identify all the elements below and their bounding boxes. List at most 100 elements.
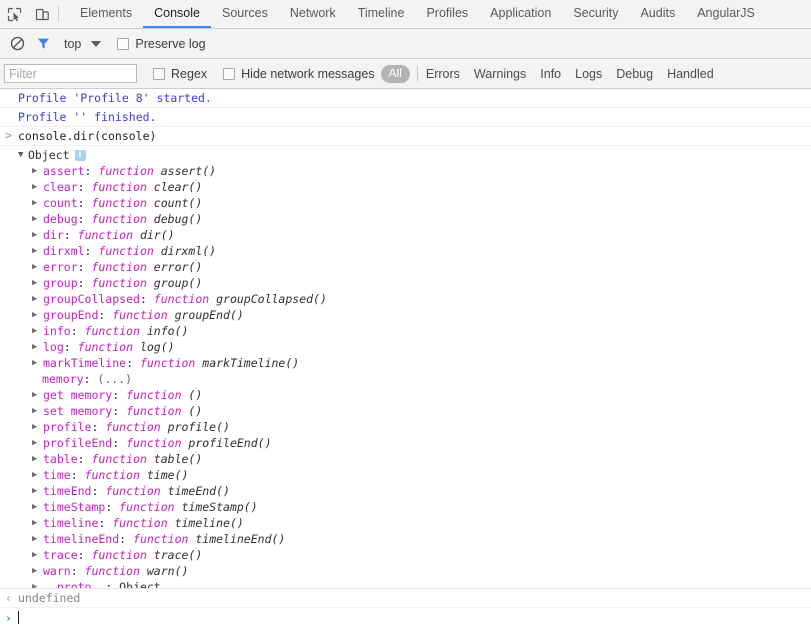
disclosure-triangle-icon[interactable]: ▶ bbox=[32, 227, 42, 243]
property-row-error[interactable]: ▶ error: function error() bbox=[32, 259, 811, 275]
tab-console[interactable]: Console bbox=[143, 0, 211, 28]
disclosure-triangle-icon[interactable]: ▶ bbox=[32, 179, 42, 195]
property-value[interactable]: (...) bbox=[97, 372, 132, 386]
property-value: timeEnd() bbox=[167, 484, 230, 498]
disclosure-triangle-icon[interactable]: ▶ bbox=[32, 499, 42, 515]
disclosure-triangle-icon[interactable]: ▶ bbox=[32, 547, 42, 563]
tab-network[interactable]: Network bbox=[279, 0, 347, 28]
level-filter-all[interactable]: All bbox=[380, 64, 410, 83]
property-name: groupCollapsed bbox=[43, 292, 140, 306]
property-row-markTimeline[interactable]: ▶ markTimeline: function markTimeline() bbox=[32, 355, 811, 371]
hide-network-messages-checkbox[interactable]: Hide network messages bbox=[223, 67, 375, 81]
disclosure-triangle-icon[interactable]: ▶ bbox=[32, 387, 42, 403]
property-row-memory[interactable]: memory: (...) bbox=[32, 371, 811, 387]
property-row-dirxml[interactable]: ▶ dirxml: function dirxml() bbox=[32, 243, 811, 259]
disclosure-triangle-icon[interactable]: ▶ bbox=[32, 435, 42, 451]
disclosure-triangle-icon[interactable]: ▶ bbox=[32, 339, 42, 355]
disclosure-triangle-icon[interactable]: ▶ bbox=[32, 243, 42, 259]
property-row-trace[interactable]: ▶ trace: function trace() bbox=[32, 547, 811, 563]
property-row-clear[interactable]: ▶ clear: function clear() bbox=[32, 179, 811, 195]
disclosure-triangle-icon[interactable]: ▶ bbox=[32, 323, 42, 339]
console-prompt[interactable]: › bbox=[0, 608, 811, 628]
property-colon: : bbox=[77, 260, 92, 274]
level-filter-logs[interactable]: Logs bbox=[575, 67, 602, 81]
console-message-profile-started: Profile 'Profile 8' started. bbox=[0, 89, 811, 108]
level-filter-info[interactable]: Info bbox=[540, 67, 561, 81]
disclosure-triangle-icon[interactable]: ▶ bbox=[32, 307, 42, 323]
property-colon: : bbox=[112, 404, 127, 418]
disclosure-triangle-icon[interactable]: ▶ bbox=[32, 515, 42, 531]
disclosure-triangle-icon[interactable]: ▶ bbox=[32, 163, 42, 179]
property-kind-keyword: function bbox=[153, 292, 217, 306]
tab-angularjs[interactable]: AngularJS bbox=[686, 0, 766, 28]
property-row-get-memory[interactable]: ▶ get memory: function () bbox=[32, 387, 811, 403]
inspect-element-icon[interactable] bbox=[0, 0, 28, 28]
tab-security[interactable]: Security bbox=[562, 0, 629, 28]
disclosure-triangle-icon[interactable]: ▶ bbox=[32, 291, 42, 307]
property-row-groupEnd[interactable]: ▶ groupEnd: function groupEnd() bbox=[32, 307, 811, 323]
object-tree-root-row[interactable]: ▼ Object i bbox=[18, 147, 811, 163]
property-row-groupCollapsed[interactable]: ▶ groupCollapsed: function groupCollapsed… bbox=[32, 291, 811, 307]
property-row-assert[interactable]: ▶ assert: function assert() bbox=[32, 163, 811, 179]
property-row-dir[interactable]: ▶ dir: function dir() bbox=[32, 227, 811, 243]
property-row-count[interactable]: ▶ count: function count() bbox=[32, 195, 811, 211]
property-name: clear bbox=[43, 180, 78, 194]
property-row-time[interactable]: ▶ time: function time() bbox=[32, 467, 811, 483]
property-colon: : bbox=[77, 548, 92, 562]
tab-sources[interactable]: Sources bbox=[211, 0, 279, 28]
property-row-debug[interactable]: ▶ debug: function debug() bbox=[32, 211, 811, 227]
property-row-timeEnd[interactable]: ▶ timeEnd: function timeEnd() bbox=[32, 483, 811, 499]
filter-icon[interactable] bbox=[30, 31, 56, 57]
regex-checkbox[interactable]: Regex bbox=[153, 67, 207, 81]
tab-application[interactable]: Application bbox=[479, 0, 562, 28]
tab-audits[interactable]: Audits bbox=[629, 0, 686, 28]
property-row-table[interactable]: ▶ table: function table() bbox=[32, 451, 811, 467]
property-row-profileEnd[interactable]: ▶ profileEnd: function profileEnd() bbox=[32, 435, 811, 451]
property-row-warn[interactable]: ▶ warn: function warn() bbox=[32, 563, 811, 579]
property-row-proto[interactable]: ▶ __proto__: Object bbox=[32, 579, 811, 588]
tab-elements[interactable]: Elements bbox=[69, 0, 143, 28]
property-row-log[interactable]: ▶ log: function log() bbox=[32, 339, 811, 355]
disclosure-triangle-icon[interactable]: ▶ bbox=[32, 451, 42, 467]
property-row-profile[interactable]: ▶ profile: function profile() bbox=[32, 419, 811, 435]
disclosure-triangle-icon[interactable]: ▶ bbox=[32, 259, 42, 275]
level-filter-handled[interactable]: Handled bbox=[667, 67, 714, 81]
tab-audits-label: Audits bbox=[640, 6, 676, 20]
disclosure-triangle-icon[interactable]: ▶ bbox=[32, 531, 42, 547]
disclosure-triangle-icon[interactable]: ▶ bbox=[32, 403, 42, 419]
tab-timeline[interactable]: Timeline bbox=[347, 0, 416, 28]
disclosure-triangle-icon[interactable]: ▶ bbox=[32, 275, 42, 291]
disclosure-triangle-icon[interactable]: ▶ bbox=[32, 211, 42, 227]
disclosure-triangle-icon[interactable]: ▶ bbox=[32, 483, 42, 499]
property-row-timeStamp[interactable]: ▶ timeStamp: function timeStamp() bbox=[32, 499, 811, 515]
disclosure-triangle-icon[interactable]: ▶ bbox=[32, 355, 42, 371]
property-row-set-memory[interactable]: ▶ set memory: function () bbox=[32, 403, 811, 419]
execution-context-select[interactable]: top bbox=[64, 37, 102, 51]
disclosure-triangle-icon[interactable]: ▶ bbox=[32, 195, 42, 211]
info-icon[interactable]: i bbox=[74, 150, 86, 161]
level-filter-errors[interactable]: Errors bbox=[426, 67, 460, 81]
disclosure-triangle-open-icon[interactable]: ▼ bbox=[18, 147, 28, 163]
level-filter-warnings[interactable]: Warnings bbox=[474, 67, 526, 81]
disclosure-triangle-icon[interactable]: ▶ bbox=[32, 467, 42, 483]
tab-angularjs-label: AngularJS bbox=[697, 6, 755, 20]
property-row-group[interactable]: ▶ group: function group() bbox=[32, 275, 811, 291]
property-row-timeline[interactable]: ▶ timeline: function timeline() bbox=[32, 515, 811, 531]
device-toolbar-icon[interactable] bbox=[28, 0, 56, 28]
property-kind-keyword: function bbox=[84, 564, 147, 578]
tab-profiles[interactable]: Profiles bbox=[415, 0, 479, 28]
property-row-timelineEnd[interactable]: ▶ timelineEnd: function timelineEnd() bbox=[32, 531, 811, 547]
property-colon: : bbox=[77, 212, 92, 226]
filter-input[interactable] bbox=[4, 64, 137, 83]
preserve-log-checkbox[interactable]: Preserve log bbox=[117, 37, 206, 51]
console-output[interactable]: Profile 'Profile 8' started. Profile '' … bbox=[0, 89, 811, 588]
disclosure-triangle-icon[interactable]: ▶ bbox=[32, 563, 42, 579]
property-kind-keyword: function bbox=[98, 164, 161, 178]
disclosure-triangle-icon[interactable]: ▶ bbox=[32, 579, 42, 588]
property-row-info[interactable]: ▶ info: function info() bbox=[32, 323, 811, 339]
level-filter-debug[interactable]: Debug bbox=[616, 67, 653, 81]
clear-console-icon[interactable] bbox=[4, 31, 30, 57]
property-colon: : bbox=[91, 420, 106, 434]
disclosure-triangle-icon[interactable]: ▶ bbox=[32, 419, 42, 435]
property-colon: : bbox=[105, 580, 120, 588]
